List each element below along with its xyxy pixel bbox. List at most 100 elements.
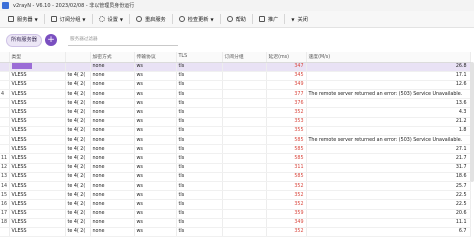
table-cell-tls: tls bbox=[176, 80, 223, 91]
table-row[interactable]: VLESS te 4( 2(none ws tls 353 21.2 bbox=[0, 117, 471, 127]
window-title: v2rayN - V6.10 - 2023/02/08 - 非以管理员身份运行 bbox=[13, 3, 135, 9]
table-row[interactable]: VLESS te 4( 2(none ws tls 585 The remote serv… bbox=[0, 135, 471, 146]
table-cell-message: The remote server returned an error: (50… bbox=[306, 89, 471, 100]
settings-menu-button[interactable]: 设置 ▼ bbox=[95, 13, 127, 26]
table-cell-delay: 349 bbox=[266, 80, 307, 91]
settings-label: 设置 bbox=[107, 16, 118, 23]
column-header[interactable]: 加密方式 bbox=[90, 52, 135, 63]
table-cell-speed: 13.6 bbox=[306, 98, 471, 109]
toolbar-divider bbox=[43, 14, 45, 24]
table-cell-speed: 21.7 bbox=[306, 153, 471, 164]
column-header[interactable]: 订阅分组 bbox=[222, 52, 267, 63]
table-cell-addr: te 4( 2( bbox=[65, 126, 91, 137]
table-row[interactable]: 12 VLESS te 4( 2(none ws tls 311 31.7 bbox=[0, 163, 471, 173]
table-row[interactable]: VLESS te 4( 2(none ws tls 352 6.7 bbox=[0, 227, 471, 238]
table-cell-delay: 345 bbox=[266, 71, 307, 81]
table-cell-type: VLESS bbox=[9, 218, 66, 228]
server-list-icon bbox=[8, 16, 14, 22]
help-menu-button[interactable]: 帮助 bbox=[223, 13, 250, 26]
table-cell-addr: te 4( 2( bbox=[65, 89, 91, 100]
close-label: 关闭 bbox=[297, 16, 308, 23]
table-cell-sub bbox=[222, 153, 267, 164]
table-cell-delay: 352 bbox=[266, 181, 307, 192]
table-row[interactable]: VLESS te 4( 2(none ws tls 585 27.1 bbox=[0, 144, 471, 155]
table-cell-addr: te 4( 2( bbox=[65, 117, 91, 127]
column-header[interactable] bbox=[65, 52, 91, 63]
close-menu-button[interactable]: ▼ 关闭 bbox=[287, 13, 311, 26]
restart-service-button[interactable]: 重启服务 bbox=[132, 13, 170, 26]
table-row[interactable]: 15 VLESS te 4( 2(none ws tls 352 22.5 bbox=[0, 190, 471, 201]
table-row[interactable]: 18 VLESS te 4( 2(none ws tls 349 11.1 bbox=[0, 218, 471, 228]
chevron-down-icon: ▼ bbox=[119, 16, 123, 22]
table-cell-type: VLESS bbox=[9, 89, 66, 100]
table-cell-addr: te 4( 2( bbox=[65, 153, 91, 164]
column-header[interactable]: 延迟(ms) bbox=[266, 52, 307, 63]
table-cell-net: ws bbox=[134, 62, 177, 72]
table-cell-tls: tls bbox=[176, 199, 223, 210]
table-row[interactable]: VLESS te 4( 2(none ws tls 345 17.1 bbox=[0, 71, 471, 81]
table-cell-delay: 352 bbox=[266, 190, 307, 201]
check-update-menu-button[interactable]: 检查更新 ▼ bbox=[175, 13, 218, 26]
chevron-down-icon: ▼ bbox=[291, 16, 295, 22]
table-cell-tls: tls bbox=[176, 144, 223, 155]
table-cell-enc: none bbox=[90, 190, 135, 201]
column-header[interactable]: 速度(M/s) bbox=[306, 52, 471, 63]
server-group-tab-all[interactable]: 所有服务器 bbox=[6, 34, 42, 47]
subscription-menu-button[interactable]: 订阅分组 ▼ bbox=[47, 13, 90, 26]
table-cell-idx: 13 bbox=[0, 172, 10, 182]
server-filter-input[interactable] bbox=[68, 34, 178, 46]
servers-menu-button[interactable]: 服务器 ▼ bbox=[4, 13, 42, 26]
table-scrollbar[interactable] bbox=[470, 62, 474, 182]
table-cell-delay: 347 bbox=[266, 62, 307, 72]
toolbar-divider bbox=[219, 14, 221, 24]
table-cell-idx: 12 bbox=[0, 163, 10, 173]
table-cell-type bbox=[9, 62, 66, 72]
table-cell-type: VLESS bbox=[9, 199, 66, 210]
help-icon bbox=[226, 16, 233, 22]
table-row[interactable]: 17 VLESS te 4( 2(none ws tls 359 20.6 bbox=[0, 209, 471, 219]
table-cell-enc: none bbox=[90, 98, 135, 109]
table-row[interactable]: 14 VLESS te 4( 2(none ws tls 352 25.7 bbox=[0, 181, 471, 192]
column-header[interactable]: 传输协议 bbox=[134, 52, 177, 63]
table-cell-delay: 585 bbox=[266, 172, 307, 182]
table-cell-sub bbox=[222, 218, 267, 228]
table-cell-speed: 17.1 bbox=[306, 71, 471, 81]
column-header[interactable]: 类型 bbox=[9, 52, 66, 63]
table-row[interactable]: VLESS te 4( 2(none ws tls 352 4.3 bbox=[0, 107, 471, 118]
table-row[interactable]: 4 VLESS te 4( 2(none ws tls 377 The remote ser… bbox=[0, 89, 471, 100]
table-row[interactable]: 16 VLESS te 4( 2(none ws tls 352 22.5 bbox=[0, 199, 471, 210]
table-cell-speed: 12.6 bbox=[306, 80, 471, 91]
table-cell-sub bbox=[222, 199, 267, 210]
table-cell-idx: 14 bbox=[0, 181, 10, 192]
table-cell-idx bbox=[0, 144, 10, 155]
table-row[interactable]: VLESS te 4( 2(none ws tls 349 12.6 bbox=[0, 80, 471, 91]
table-cell-enc: none bbox=[90, 199, 135, 210]
subscription-label: 订阅分组 bbox=[59, 16, 81, 23]
column-header[interactable] bbox=[0, 52, 10, 63]
table-cell-speed: 1.8 bbox=[306, 126, 471, 137]
table-row[interactable]: VLESS te 4( 2(none ws tls 355 1.8 bbox=[0, 126, 471, 137]
table-cell-net: ws bbox=[134, 107, 177, 118]
table-row[interactable]: none ws tls 347 26.8 bbox=[0, 62, 471, 72]
table-cell-net: ws bbox=[134, 80, 177, 91]
table-cell-speed: 25.7 bbox=[306, 181, 471, 192]
table-cell-delay: 585 bbox=[266, 135, 307, 146]
table-cell-net: ws bbox=[134, 181, 177, 192]
table-cell-idx bbox=[0, 71, 10, 81]
add-group-button[interactable]: + bbox=[45, 34, 57, 46]
table-cell-tls: tls bbox=[176, 181, 223, 192]
table-cell-addr: te 4( 2( bbox=[65, 71, 91, 81]
table-row[interactable]: 11 VLESS te 4( 2(none ws tls 585 21.7 bbox=[0, 153, 471, 164]
column-header[interactable]: TLS bbox=[176, 52, 223, 63]
table-row[interactable]: VLESS te 4( 2(none ws tls 376 13.6 bbox=[0, 98, 471, 109]
table-row[interactable]: 13 VLESS te 4( 2(none ws tls 585 18.6 bbox=[0, 172, 471, 182]
server-table: 类型 加密方式 传输协议 TLS 订阅分组 延迟(ms) 速度(M/s) non… bbox=[0, 52, 474, 247]
table-cell-type: VLESS bbox=[9, 107, 66, 118]
table-cell-type: VLESS bbox=[9, 126, 66, 137]
table-cell-idx: 18 bbox=[0, 218, 10, 228]
table-cell-enc: none bbox=[90, 209, 135, 219]
table-cell-type: VLESS bbox=[9, 80, 66, 91]
table-cell-net: ws bbox=[134, 89, 177, 100]
promote-menu-button[interactable]: 推广 bbox=[255, 13, 282, 26]
table-cell-idx bbox=[0, 98, 10, 109]
